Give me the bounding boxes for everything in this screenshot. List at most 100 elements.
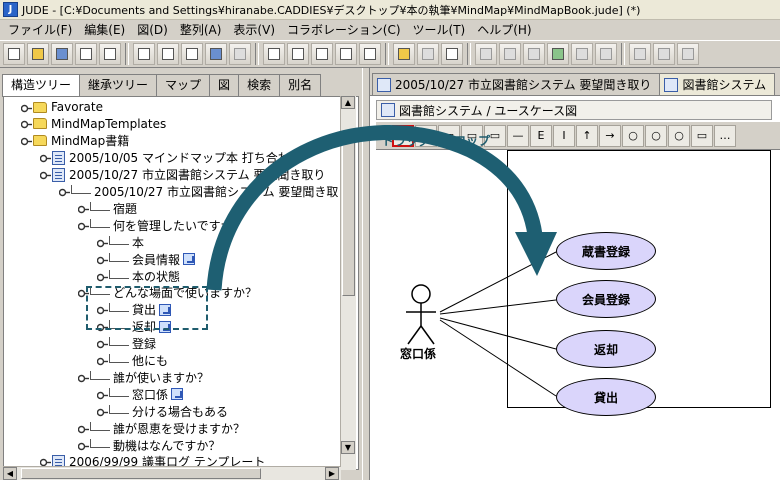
tree-item[interactable]: MindMapTemplates <box>20 116 167 132</box>
tree-item[interactable]: 窓口係 <box>96 386 184 402</box>
scroll-thumb[interactable] <box>21 468 261 479</box>
tree-item[interactable]: 本 <box>96 234 144 250</box>
structure-tree[interactable]: Favorate MindMapTemplates MindMap書籍 2005/10… <box>3 96 359 470</box>
menu-tools[interactable]: ツール(T) <box>407 21 472 39</box>
model-link-icon[interactable] <box>183 253 196 266</box>
copy-icon[interactable] <box>157 43 179 65</box>
tree-item[interactable]: 誰が恩恵を受けますか？ <box>77 420 245 436</box>
topic-icon <box>109 269 129 279</box>
expand-handle-icon[interactable] <box>77 204 89 214</box>
expand-handle-icon[interactable] <box>96 390 108 399</box>
menu-diagram[interactable]: 図(D) <box>131 21 174 39</box>
menu-collaboration[interactable]: コラボレーション(C) <box>281 21 407 39</box>
zoom-fit-icon[interactable] <box>335 43 357 65</box>
tree-item[interactable]: Favorate <box>20 99 103 115</box>
tree-item[interactable]: 誰が使いますか？ <box>77 369 209 385</box>
menu-help[interactable]: ヘルプ(H) <box>471 21 537 39</box>
tree-item[interactable]: 宿題 <box>77 200 137 216</box>
tree-item-label: MindMapTemplates <box>51 116 167 131</box>
zoom-out-icon[interactable] <box>311 43 333 65</box>
tree-item[interactable]: 2005/10/27 市立図書館システム 要望聞き取り <box>39 167 325 183</box>
zoom-in-icon[interactable] <box>287 43 309 65</box>
tree-item[interactable]: 分ける場合もある <box>96 403 229 419</box>
tree-item[interactable]: 何を管理したいですか？ <box>77 217 245 233</box>
tree-item-label: 窓口係 <box>132 387 169 402</box>
left-tabs: 構造ツリー 継承ツリー マップ 図 検索 別名 <box>2 74 322 97</box>
new-file-icon[interactable] <box>3 43 25 65</box>
tree-horizontal-scrollbar[interactable]: ◀ ▶ <box>3 466 341 480</box>
tree-item[interactable]: 動機はなんですか？ <box>77 437 220 453</box>
expand-handle-icon[interactable] <box>39 170 51 180</box>
expand-handle-icon[interactable] <box>96 255 108 264</box>
align-right-icon[interactable] <box>523 43 545 65</box>
tree-item[interactable]: 他にも <box>96 353 169 369</box>
tab-structure-tree[interactable]: 構造ツリー <box>2 74 81 97</box>
model-link-icon[interactable] <box>171 388 184 401</box>
expand-handle-icon[interactable] <box>96 339 108 349</box>
zoom-reset-icon[interactable] <box>359 43 381 65</box>
panel-splitter[interactable] <box>362 68 370 480</box>
topic-icon <box>90 438 110 448</box>
tab-diagram[interactable]: 図 <box>209 74 240 96</box>
layout-tree-icon[interactable] <box>677 43 699 65</box>
scroll-thumb[interactable] <box>342 136 355 296</box>
tree-item-label: 分ける場合もある <box>132 404 229 419</box>
line-style-icon[interactable] <box>571 43 593 65</box>
back-arrow-icon[interactable] <box>393 43 415 65</box>
menu-edit[interactable]: 編集(E) <box>78 21 131 39</box>
menu-align[interactable]: 整列(A) <box>174 21 228 39</box>
redo-icon[interactable] <box>229 43 251 65</box>
align-left-icon[interactable] <box>475 43 497 65</box>
folder-icon <box>33 135 47 147</box>
tab-alias[interactable]: 別名 <box>279 74 322 96</box>
tab-map[interactable]: マップ <box>156 74 211 96</box>
expand-handle-icon[interactable] <box>77 221 89 230</box>
cut-icon[interactable] <box>133 43 155 65</box>
expand-handle-icon[interactable] <box>20 103 32 112</box>
tree-item[interactable]: 2005/10/27 市立図書館システム 要望聞き取り <box>58 184 350 200</box>
toolbar-separator <box>255 43 259 65</box>
scroll-right-icon[interactable]: ▶ <box>325 467 339 480</box>
tree-item-label: 他にも <box>132 354 169 368</box>
line-style-icon[interactable] <box>595 43 617 65</box>
tab-search[interactable]: 検索 <box>238 74 281 96</box>
layout-tree-icon[interactable] <box>629 43 651 65</box>
expand-handle-icon[interactable] <box>77 441 89 450</box>
save-icon[interactable] <box>51 43 73 65</box>
tree-item[interactable]: MindMap書籍 <box>20 133 129 149</box>
expand-handle-icon[interactable] <box>96 272 108 281</box>
expand-handle-icon[interactable] <box>96 238 108 247</box>
forward-arrow-icon[interactable] <box>417 43 439 65</box>
expand-handle-icon[interactable] <box>39 153 51 163</box>
expand-handle-icon[interactable] <box>20 119 32 129</box>
expand-handle-icon[interactable] <box>96 407 108 416</box>
scroll-down-icon[interactable]: ▼ <box>341 441 355 454</box>
scroll-up-icon[interactable]: ▲ <box>341 96 355 109</box>
align-center-icon[interactable] <box>499 43 521 65</box>
mindmap-icon <box>52 167 65 182</box>
tree-item[interactable]: 登録 <box>96 336 156 352</box>
tree-item[interactable]: 会員情報 <box>96 251 196 267</box>
expand-handle-icon[interactable] <box>96 356 108 366</box>
grid-icon[interactable] <box>441 43 463 65</box>
scroll-left-icon[interactable]: ◀ <box>3 467 17 480</box>
expand-handle-icon[interactable] <box>77 424 89 433</box>
tree-item[interactable]: 2005/10/05 マインドマップ本 打ち合わせ <box>39 150 302 166</box>
tree-vertical-scrollbar[interactable]: ▲ ▼ <box>340 96 356 470</box>
undo-icon[interactable] <box>205 43 227 65</box>
zoom-icon[interactable] <box>263 43 285 65</box>
topic-icon <box>109 354 129 363</box>
paste-icon[interactable] <box>181 43 203 65</box>
expand-handle-icon[interactable] <box>20 136 32 146</box>
tree-item[interactable]: 本の状態 <box>96 268 180 284</box>
print-icon[interactable] <box>75 43 97 65</box>
menu-file[interactable]: ファイル(F) <box>2 21 78 39</box>
open-folder-icon[interactable] <box>27 43 49 65</box>
layout-tree-icon[interactable] <box>653 43 675 65</box>
expand-handle-icon[interactable] <box>77 373 89 383</box>
fill-color-icon[interactable] <box>547 43 569 65</box>
print-preview-icon[interactable] <box>99 43 121 65</box>
expand-handle-icon[interactable] <box>58 187 70 197</box>
menu-view[interactable]: 表示(V) <box>227 21 281 39</box>
tab-inheritance-tree[interactable]: 継承ツリー <box>79 74 158 96</box>
